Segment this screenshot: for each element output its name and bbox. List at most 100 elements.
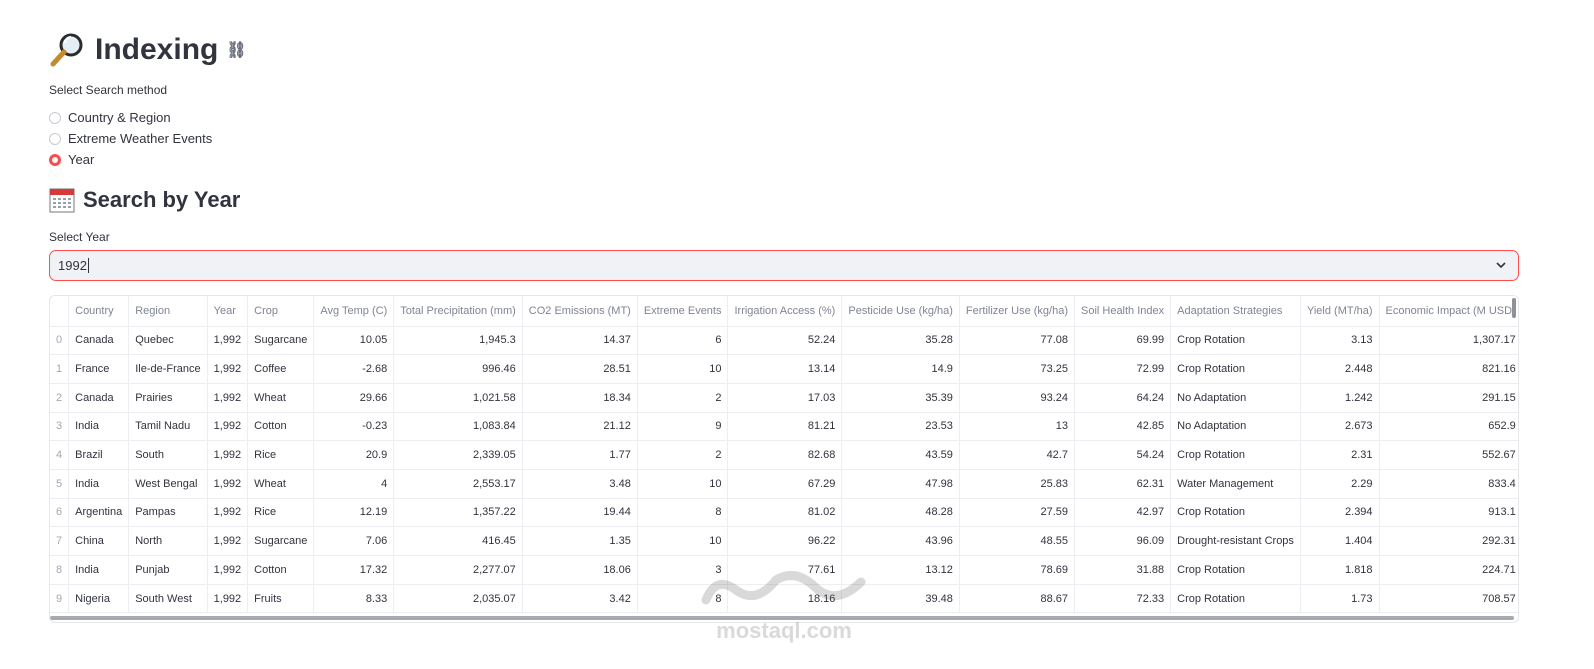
table-cell[interactable]: 2.31 [1300,440,1380,470]
table-cell[interactable]: 42.85 [1074,412,1172,442]
table-cell[interactable]: 48.55 [959,526,1075,556]
table-cell[interactable]: 39.48 [841,584,960,614]
table-cell[interactable]: 2.29 [1300,469,1380,499]
table-cell[interactable]: 821.16 [1379,354,1518,384]
table-cell[interactable]: 1.404 [1300,526,1380,556]
table-cell[interactable]: 3 [637,555,729,585]
table-cell[interactable]: 2,339.05 [393,440,523,470]
column-header[interactable]: Fertilizer Use (kg/ha) [959,296,1075,327]
table-cell[interactable]: South [128,440,208,470]
radio-extreme-weather[interactable]: Extreme Weather Events [49,128,212,149]
table-cell[interactable]: 1.35 [522,526,638,556]
table-cell[interactable]: 1,992 [207,584,249,614]
table-row[interactable]: 5 India West Bengal 1,992 Wheat 4 2,553.17 3.48… [50,469,1518,499]
table-cell[interactable]: 17.32 [313,555,395,585]
table-cell[interactable]: Prairies [128,383,208,413]
table-cell[interactable]: 31.88 [1074,555,1172,585]
table-cell[interactable]: Coffee [247,354,315,384]
table-row[interactable]: 3 India Tamil Nadu 1,992 Cotton -0.23 1,083.84… [50,412,1518,442]
table-cell[interactable]: 81.02 [727,498,843,528]
table-cell[interactable]: India [68,555,130,585]
table-cell[interactable]: 93.24 [959,383,1075,413]
table-cell[interactable]: 2 [637,440,729,470]
table-cell[interactable]: 1.77 [522,440,638,470]
table-cell[interactable]: 1,307.17 [1379,326,1518,356]
radio-country-region[interactable]: Country & Region [49,107,212,128]
table-cell[interactable]: Punjab [128,555,208,585]
table-cell[interactable]: 2,035.07 [393,584,523,614]
table-cell[interactable]: Rice [247,498,315,528]
table-cell[interactable]: 913.1 [1379,498,1518,528]
table-cell[interactable]: 1,992 [207,555,249,585]
table-cell[interactable]: 25.83 [959,469,1075,499]
table-cell[interactable]: Fruits [247,584,315,614]
index-column-header[interactable] [50,296,70,327]
table-cell[interactable]: 2,553.17 [393,469,523,499]
table-cell[interactable]: 10 [637,526,729,556]
table-row[interactable]: 2 Canada Prairies 1,992 Wheat 29.66 1,021.58 18… [50,383,1518,413]
table-cell[interactable]: 8 [637,584,729,614]
table-cell[interactable]: Quebec [128,326,208,356]
table-cell[interactable]: Crop Rotation [1170,584,1301,614]
column-header[interactable]: Irrigation Access (%) [727,296,843,327]
table-cell[interactable]: India [68,412,130,442]
table-cell[interactable]: 2,277.07 [393,555,523,585]
row-index[interactable]: 8 [50,555,70,585]
table-cell[interactable]: 1,992 [207,469,249,499]
table-cell[interactable]: 6 [637,326,729,356]
column-header[interactable]: Avg Temp (C) [313,296,395,327]
table-cell[interactable]: 42.97 [1074,498,1172,528]
table-cell[interactable]: 1,992 [207,440,249,470]
table-row[interactable]: 8 India Punjab 1,992 Cotton 17.32 2,277.07 18.0… [50,555,1518,585]
table-cell[interactable]: Ile-de-France [128,354,208,384]
row-index[interactable]: 1 [50,354,70,384]
table-cell[interactable]: 27.59 [959,498,1075,528]
table-cell[interactable]: 18.16 [727,584,843,614]
table-cell[interactable]: 29.66 [313,383,395,413]
table-cell[interactable]: 35.39 [841,383,960,413]
table-cell[interactable]: 7.06 [313,526,395,556]
table-cell[interactable]: Crop Rotation [1170,326,1301,356]
table-row[interactable]: 9 Nigeria South West 1,992 Fruits 8.33 2,035.0… [50,584,1518,614]
table-cell[interactable]: 17.03 [727,383,843,413]
table-cell[interactable]: 64.24 [1074,383,1172,413]
table-cell[interactable]: 652.9 [1379,412,1518,442]
table-cell[interactable]: Brazil [68,440,130,470]
table-cell[interactable]: 21.12 [522,412,638,442]
column-header[interactable]: Total Precipitation (mm) [393,296,523,327]
radio-button[interactable] [49,111,61,124]
table-cell[interactable]: France [68,354,130,384]
row-index[interactable]: 7 [50,526,70,556]
table-cell[interactable]: 9 [637,412,729,442]
table-cell[interactable]: Sugarcane [247,526,315,556]
radio-button[interactable] [49,132,61,145]
table-cell[interactable]: 77.08 [959,326,1075,356]
year-select[interactable]: 1992 [49,250,1519,281]
column-header[interactable]: Economic Impact (M USD) [1379,296,1518,327]
table-cell[interactable]: -2.68 [313,354,395,384]
table-cell[interactable]: Tamil Nadu [128,412,208,442]
table-cell[interactable]: 67.29 [727,469,843,499]
table-cell[interactable]: 82.68 [727,440,843,470]
table-cell[interactable]: 1,083.84 [393,412,523,442]
table-cell[interactable]: -0.23 [313,412,395,442]
table-row[interactable]: 6 Argentina Pampas 1,992 Rice 12.19 1,357.22 19… [50,498,1518,528]
table-cell[interactable]: 1,357.22 [393,498,523,528]
table-cell[interactable]: Pampas [128,498,208,528]
column-header[interactable]: Region [128,296,208,327]
table-cell[interactable]: South West [128,584,208,614]
column-header[interactable]: Year [207,296,249,327]
table-cell[interactable]: 4 [313,469,395,499]
table-cell[interactable]: 19.44 [522,498,638,528]
chevron-down-icon[interactable] [1494,258,1508,272]
table-cell[interactable]: 8.33 [313,584,395,614]
table-cell[interactable]: 10 [637,469,729,499]
table-cell[interactable]: 708.57 [1379,584,1518,614]
table-cell[interactable]: 1.73 [1300,584,1380,614]
table-cell[interactable]: 43.59 [841,440,960,470]
table-cell[interactable]: 13.14 [727,354,843,384]
column-header[interactable]: Adaptation Strategies [1170,296,1301,327]
table-cell[interactable]: China [68,526,130,556]
table-cell[interactable]: Nigeria [68,584,130,614]
table-cell[interactable]: No Adaptation [1170,412,1301,442]
